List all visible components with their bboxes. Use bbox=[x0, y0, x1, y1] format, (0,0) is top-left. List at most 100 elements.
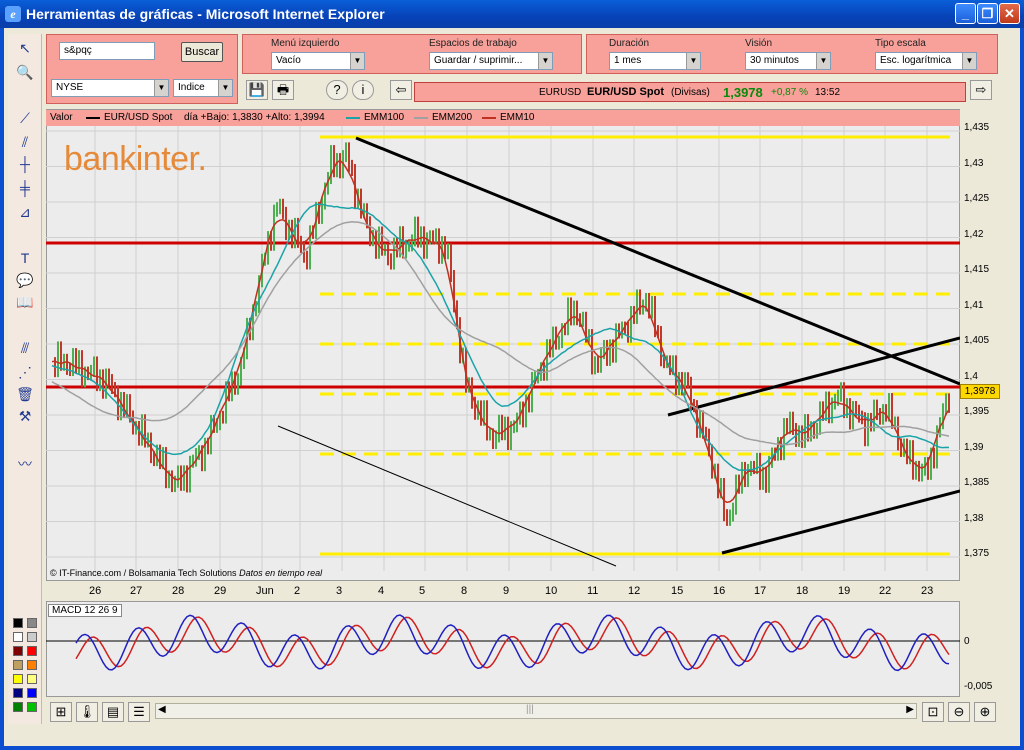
x-tick-label: 18 bbox=[796, 585, 809, 597]
workspace-select[interactable]: Guardar / suprimir... ▼ bbox=[429, 52, 553, 70]
scroll-right-icon[interactable]: ▶ bbox=[906, 704, 914, 715]
color-swatch[interactable] bbox=[13, 660, 23, 670]
legend-swatch bbox=[346, 117, 360, 119]
book-icon[interactable]: 📖 bbox=[14, 292, 36, 312]
x-tick-label: 2 bbox=[294, 585, 301, 597]
chevron-down-icon[interactable]: ▼ bbox=[154, 80, 168, 96]
scale-select[interactable]: Esc. logarítmica ▼ bbox=[875, 52, 977, 70]
fibonacci-icon[interactable]: ⊿ bbox=[14, 202, 36, 222]
kind-select[interactable]: Indice ▼ bbox=[173, 79, 233, 97]
save-icon[interactable]: 💾 bbox=[246, 80, 268, 100]
legend-series: EUR/USD Spot bbox=[104, 112, 173, 123]
chevron-down-icon[interactable]: ▼ bbox=[538, 53, 552, 69]
channel-icon[interactable]: ⫽ bbox=[14, 132, 36, 152]
legend-day-range: día +Bajo: 1,3830 +Alto: 1,3994 bbox=[184, 112, 325, 123]
y-tick-label: 1,375 bbox=[964, 548, 990, 559]
color-swatch[interactable] bbox=[27, 618, 37, 628]
chevron-down-icon[interactable]: ▼ bbox=[686, 53, 700, 69]
y-tick-label: 1,415 bbox=[964, 264, 990, 275]
print-icon[interactable]: 🖶 bbox=[272, 80, 294, 100]
left-menu-label: Menú izquierdo bbox=[271, 38, 340, 49]
chart-canvas[interactable] bbox=[46, 126, 960, 581]
maximize-button[interactable]: ❐ bbox=[977, 3, 998, 24]
color-swatch[interactable] bbox=[27, 660, 37, 670]
ticker-name: EUR/USD Spot bbox=[587, 86, 664, 98]
x-tick-label: 26 bbox=[89, 585, 102, 597]
search-button[interactable]: Buscar bbox=[181, 42, 223, 62]
scatter-icon[interactable]: ⋰ bbox=[14, 362, 36, 382]
y-tick-label: 1,395 bbox=[964, 406, 990, 417]
window-titlebar: e Herramientas de gráficas - Microsoft I… bbox=[0, 0, 1024, 28]
trend-line bbox=[667, 336, 960, 417]
chevron-down-icon[interactable]: ▼ bbox=[218, 80, 232, 96]
zoom-out-icon[interactable]: ⊖ bbox=[948, 702, 970, 722]
left-menu-select[interactable]: Vacío ▼ bbox=[271, 52, 365, 70]
exchange-select[interactable]: NYSE ▼ bbox=[51, 79, 169, 97]
chevron-down-icon[interactable]: ▼ bbox=[962, 53, 976, 69]
x-tick-label: 15 bbox=[671, 585, 684, 597]
zoom-in-icon[interactable]: ⊕ bbox=[974, 702, 996, 722]
x-tick-label: 10 bbox=[545, 585, 558, 597]
info-icon[interactable]: i bbox=[352, 80, 374, 100]
search-input[interactable]: s&pqç bbox=[59, 42, 155, 60]
vertical-line-icon[interactable]: ╪ bbox=[14, 178, 36, 198]
color-swatch[interactable] bbox=[13, 632, 23, 642]
minimize-button[interactable]: _ bbox=[955, 3, 976, 24]
help-icon[interactable]: ? bbox=[326, 80, 348, 100]
close-button[interactable]: ✕ bbox=[999, 3, 1020, 24]
color-swatch[interactable] bbox=[27, 674, 37, 684]
y-tick-label: 1,41 bbox=[964, 299, 984, 311]
color-swatch[interactable] bbox=[27, 646, 37, 656]
scroll-left-icon[interactable]: ◀ bbox=[158, 704, 166, 715]
chart-scrollbar[interactable]: ◀ ||| ▶ bbox=[155, 703, 917, 719]
x-tick-label: 27 bbox=[130, 585, 143, 597]
parallel-icon[interactable]: ⫻ bbox=[14, 338, 36, 358]
y-tick-label: 1,405 bbox=[964, 335, 990, 346]
color-swatch[interactable] bbox=[27, 688, 37, 698]
scroll-thumb-icon[interactable]: ||| bbox=[526, 704, 534, 715]
y-tick-label: 1,42 bbox=[964, 228, 984, 240]
color-swatch[interactable] bbox=[13, 618, 23, 628]
chevron-down-icon[interactable]: ▼ bbox=[816, 53, 830, 69]
zoom-icon[interactable]: 🔍 bbox=[14, 62, 36, 82]
price-tag: 1,3978 bbox=[960, 384, 1000, 399]
zoom-fit-icon[interactable]: ⊡ bbox=[922, 702, 944, 722]
chart-type-icon[interactable]: 〰 bbox=[14, 454, 36, 474]
chevron-down-icon[interactable]: ▼ bbox=[350, 53, 364, 69]
table-icon[interactable]: ▤ bbox=[102, 702, 124, 722]
ticker-symbol: EURUSD bbox=[539, 87, 582, 98]
macd-canvas bbox=[46, 614, 960, 672]
x-tick-label: 9 bbox=[503, 585, 510, 597]
legend-emm10: EMM10 bbox=[500, 112, 535, 123]
hammer-icon[interactable]: ⚒ bbox=[14, 406, 36, 426]
trendline-icon[interactable]: ⟋ bbox=[14, 108, 36, 128]
x-tick-label: 22 bbox=[879, 585, 892, 597]
horizontal-line-icon[interactable]: ┼ bbox=[14, 154, 36, 174]
view-select[interactable]: 30 minutos ▼ bbox=[745, 52, 831, 70]
color-swatch[interactable] bbox=[13, 688, 23, 698]
workspace-value: Guardar / suprimir... bbox=[434, 55, 523, 66]
x-tick-label: 8 bbox=[461, 585, 468, 597]
x-tick-label: 12 bbox=[628, 585, 641, 597]
pointer-icon[interactable]: ↖ bbox=[14, 38, 36, 58]
color-swatch[interactable] bbox=[27, 632, 37, 642]
color-swatch[interactable] bbox=[13, 702, 23, 712]
y-tick-label: 1,39 bbox=[964, 441, 984, 453]
next-chart-icon[interactable]: ⇨ bbox=[970, 80, 992, 100]
exchange-select-value: NYSE bbox=[56, 82, 84, 93]
chart-add-icon[interactable]: ⊞ bbox=[50, 702, 72, 722]
color-swatch[interactable] bbox=[13, 674, 23, 684]
color-swatch[interactable] bbox=[13, 646, 23, 656]
comment-icon[interactable]: 💬 bbox=[14, 270, 36, 290]
trend-line bbox=[277, 425, 617, 567]
prev-chart-icon[interactable]: ⇦ bbox=[390, 80, 412, 100]
layers-icon[interactable]: ☰ bbox=[128, 702, 150, 722]
duration-select[interactable]: 1 mes ▼ bbox=[609, 52, 701, 70]
window-title: Herramientas de gráficas - Microsoft Int… bbox=[26, 6, 385, 22]
color-swatch[interactable] bbox=[27, 702, 37, 712]
thermometer-icon[interactable]: 🌡 bbox=[76, 702, 98, 722]
trash-icon[interactable]: 🗑 bbox=[14, 384, 36, 404]
y-tick-label: 1,435 bbox=[964, 122, 990, 133]
x-tick-label: 23 bbox=[921, 585, 934, 597]
text-icon[interactable]: T bbox=[14, 248, 36, 268]
